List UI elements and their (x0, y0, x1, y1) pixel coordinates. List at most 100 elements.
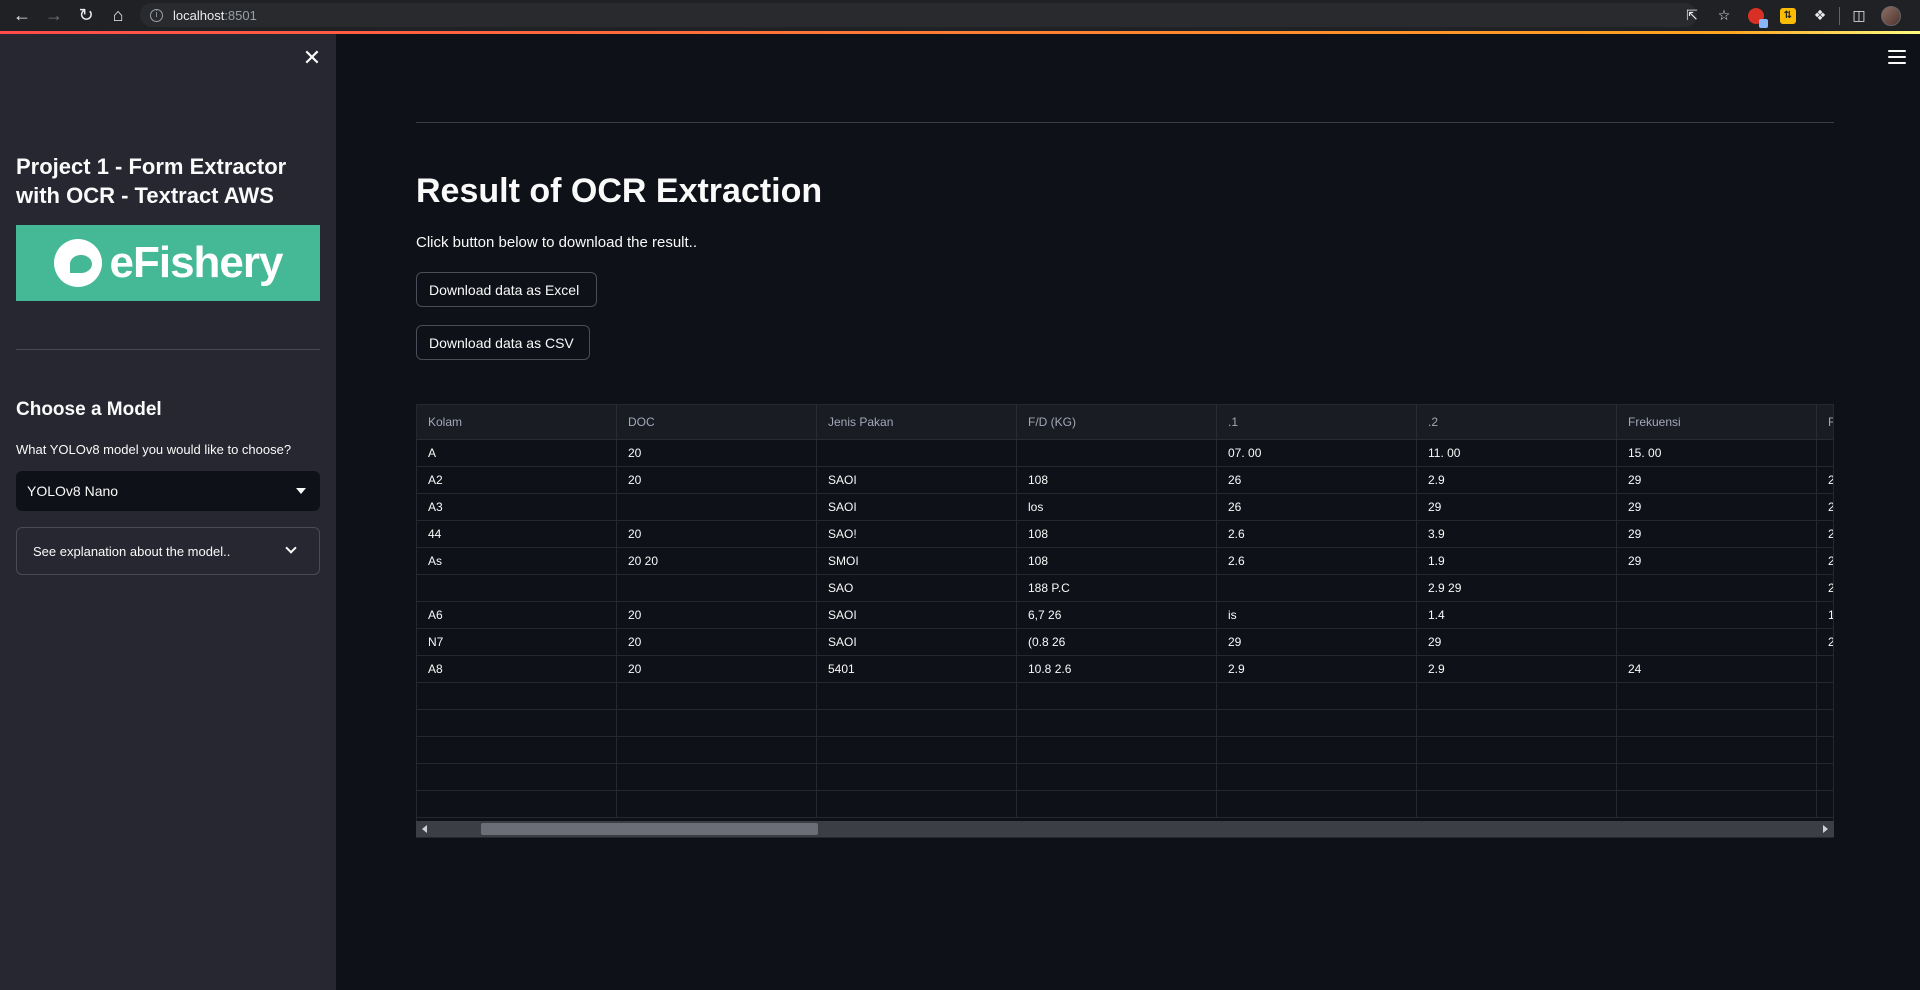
table-cell[interactable]: 2.9 (1417, 656, 1617, 683)
table-cell[interactable]: SAOI (817, 629, 1017, 656)
table-cell[interactable]: 20 (617, 521, 817, 548)
table-cell[interactable] (1617, 791, 1817, 818)
scroll-right-icon[interactable] (1823, 825, 1828, 833)
table-cell[interactable] (417, 737, 617, 764)
table-cell[interactable]: 24 (1617, 656, 1817, 683)
table-cell[interactable]: 2.9 29 (1417, 575, 1617, 602)
table-cell[interactable] (417, 710, 617, 737)
main-menu-icon[interactable] (1888, 50, 1906, 64)
table-cell[interactable] (1617, 602, 1817, 629)
table-cell[interactable] (1617, 683, 1817, 710)
table-cell[interactable]: 44 (417, 521, 617, 548)
table-cell[interactable] (817, 440, 1017, 467)
table-cell[interactable] (817, 737, 1017, 764)
table-cell[interactable]: A2 (417, 467, 617, 494)
table-cell[interactable] (1017, 440, 1217, 467)
table-cell[interactable]: 20 (617, 467, 817, 494)
table-cell[interactable] (1617, 737, 1817, 764)
table-cell[interactable] (417, 575, 617, 602)
table-cell[interactable]: 29 (1617, 494, 1817, 521)
download-csv-button[interactable]: Download data as CSV (416, 325, 590, 360)
table-cell[interactable] (1817, 737, 1833, 764)
table-cell[interactable]: 2.6 (1217, 548, 1417, 575)
table-cell[interactable] (1817, 656, 1833, 683)
table-cell[interactable] (1017, 764, 1217, 791)
table-cell[interactable]: 2 (1817, 629, 1833, 656)
table-cell[interactable]: 2 (1817, 467, 1833, 494)
back-icon[interactable]: ← (6, 2, 38, 30)
table-cell[interactable]: A8 (417, 656, 617, 683)
table-cell[interactable]: 26 (1217, 467, 1417, 494)
table-cell[interactable] (1017, 737, 1217, 764)
profile-avatar[interactable] (1878, 3, 1904, 29)
table-cell[interactable] (817, 791, 1017, 818)
address-bar[interactable]: i localhost:8501 (140, 3, 1697, 27)
table-cell[interactable]: 2 (1817, 521, 1833, 548)
reload-icon[interactable]: ↻ (70, 2, 102, 30)
extension-red-icon[interactable] (1743, 3, 1769, 29)
forward-icon[interactable]: → (38, 2, 70, 30)
table-cell[interactable] (617, 764, 817, 791)
model-select[interactable]: YOLOv8 Nano (16, 471, 320, 511)
table-cell[interactable] (417, 764, 617, 791)
table-cell[interactable]: 3.9 (1417, 521, 1617, 548)
table-cell[interactable] (617, 710, 817, 737)
table-cell[interactable]: los (1017, 494, 1217, 521)
table-cell[interactable]: 1.4 (1417, 602, 1617, 629)
table-cell[interactable]: N7 (417, 629, 617, 656)
table-cell[interactable]: 15. 00 (1617, 440, 1817, 467)
table-cell[interactable] (1417, 764, 1617, 791)
table-cell[interactable] (617, 575, 817, 602)
table-cell[interactable]: 6,7 26 (1017, 602, 1217, 629)
table-cell[interactable] (1817, 764, 1833, 791)
table-cell[interactable] (1417, 737, 1617, 764)
share-icon[interactable]: ⇱ (1679, 3, 1705, 29)
table-cell[interactable]: SAOI (817, 494, 1017, 521)
table-cell[interactable]: 2.9 (1417, 467, 1617, 494)
table-cell[interactable] (417, 791, 617, 818)
table-cell[interactable]: SAOI (817, 467, 1017, 494)
column-header[interactable]: F/D (KG) (1017, 405, 1217, 440)
table-cell[interactable]: (0.8 26 (1017, 629, 1217, 656)
ocr-result-table[interactable]: Kolam DOC Jenis Pakan F/D (KG) .1.2 Frekuensi… (416, 404, 1834, 838)
table-cell[interactable]: 20 20 (617, 548, 817, 575)
table-cell[interactable] (1617, 629, 1817, 656)
table-cell[interactable]: 20 (617, 602, 817, 629)
table-cell[interactable]: 108 (1017, 548, 1217, 575)
table-cell[interactable]: 29 (1617, 521, 1817, 548)
column-header[interactable]: .1 (1217, 405, 1417, 440)
table-cell[interactable]: As (417, 548, 617, 575)
table-cell[interactable]: 108 (1017, 521, 1217, 548)
table-cell[interactable] (1617, 575, 1817, 602)
table-cell[interactable] (1817, 440, 1833, 467)
table-cell[interactable]: 108 (1017, 467, 1217, 494)
extensions-puzzle-icon[interactable]: ❖ (1807, 3, 1833, 29)
table-cell[interactable]: 07. 00 (1217, 440, 1417, 467)
column-header[interactable]: Kolam (417, 405, 617, 440)
column-header[interactable]: DOC (617, 405, 817, 440)
table-cell[interactable]: 29 (1617, 467, 1817, 494)
table-cell[interactable] (617, 791, 817, 818)
table-cell[interactable]: 1.9 (1417, 548, 1617, 575)
site-info-icon[interactable]: i (150, 8, 163, 22)
column-header[interactable]: F (1817, 405, 1833, 440)
table-cell[interactable] (1217, 575, 1417, 602)
table-cell[interactable]: is (1217, 602, 1417, 629)
table-cell[interactable] (1617, 710, 1817, 737)
bookmark-star-icon[interactable]: ☆ (1711, 3, 1737, 29)
table-cell[interactable]: 1 (1817, 602, 1833, 629)
scroll-left-icon[interactable] (422, 825, 427, 833)
close-sidebar-icon[interactable]: ✕ (300, 45, 324, 70)
table-cell[interactable] (617, 737, 817, 764)
table-cell[interactable] (1417, 683, 1617, 710)
table-cell[interactable]: 2.6 (1217, 521, 1417, 548)
table-cell[interactable]: 10.8 2.6 (1017, 656, 1217, 683)
table-cell[interactable]: 29 (1217, 629, 1417, 656)
model-explanation-expander[interactable]: See explanation about the model.. (16, 527, 320, 575)
table-cell[interactable] (817, 710, 1017, 737)
table-cell[interactable]: 26 (1217, 494, 1417, 521)
table-cell[interactable]: A3 (417, 494, 617, 521)
table-cell[interactable]: A6 (417, 602, 617, 629)
table-cell[interactable] (1017, 791, 1217, 818)
table-cell[interactable]: 20 (617, 629, 817, 656)
